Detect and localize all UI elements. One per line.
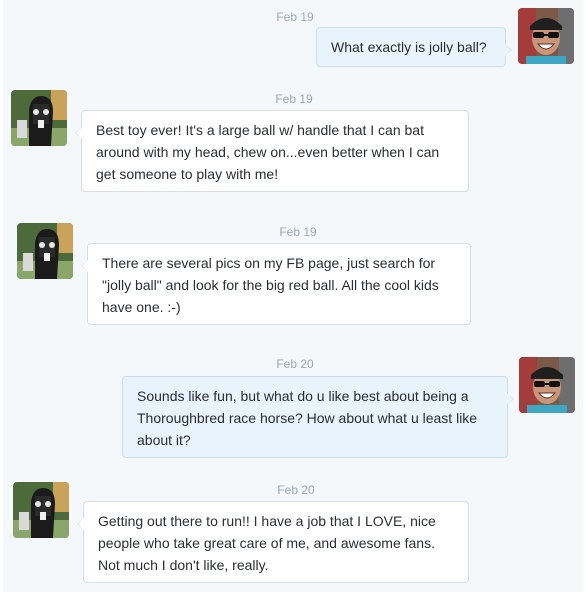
racehorse-avatar	[17, 223, 73, 279]
message-text: What exactly is jolly ball?	[331, 39, 487, 55]
message-bubble-incoming[interactable]: Best toy ever! It's a large ball w/ hand…	[75, 110, 469, 192]
message-text: There are several pics on my FB page, ju…	[102, 255, 439, 315]
person-with-sunglasses-avatar	[519, 357, 575, 413]
message-bubble-outgoing[interactable]: Sounds like fun, but what do u like best…	[122, 376, 514, 458]
horse-avatar[interactable]	[13, 482, 69, 538]
message-date: Feb 19	[279, 225, 317, 239]
message-date: Feb 19	[276, 10, 314, 24]
message-text: Getting out there to run!! I have a job …	[98, 513, 436, 573]
message-thread: Feb 19 What exactly is jolly ball? Feb 1…	[0, 0, 586, 592]
horse-avatar[interactable]	[17, 223, 73, 279]
message-text: Sounds like fun, but what do u like best…	[137, 388, 478, 448]
horse-avatar[interactable]	[11, 90, 67, 146]
message-bubble-incoming[interactable]: Getting out there to run!! I have a job …	[77, 501, 469, 583]
message-date: Feb 20	[276, 357, 314, 371]
racehorse-avatar	[13, 482, 69, 538]
person-with-sunglasses-avatar	[518, 8, 574, 64]
user-avatar[interactable]	[519, 357, 575, 413]
message-bubble-incoming[interactable]: There are several pics on my FB page, ju…	[81, 243, 471, 325]
user-avatar[interactable]	[518, 8, 574, 64]
message-text: Best toy ever! It's a large ball w/ hand…	[96, 122, 440, 182]
racehorse-avatar	[11, 90, 67, 146]
message-bubble-outgoing[interactable]: What exactly is jolly ball?	[316, 27, 512, 67]
message-date: Feb 20	[277, 483, 315, 497]
message-date: Feb 19	[275, 92, 313, 106]
